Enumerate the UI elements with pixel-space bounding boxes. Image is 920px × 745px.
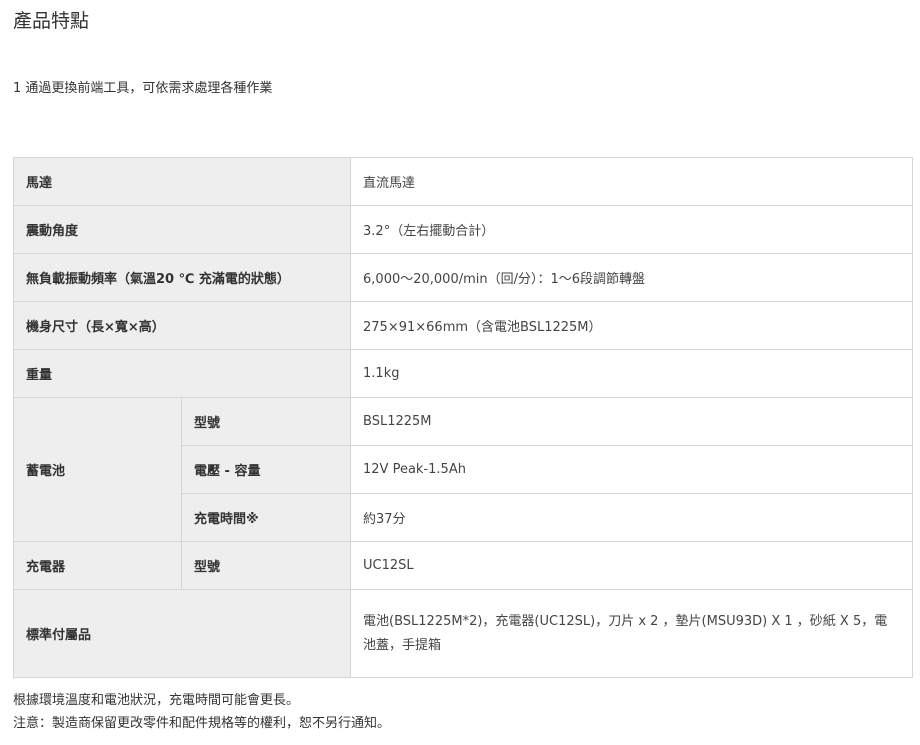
spec-value-size: 275×91×66mm（含電池BSL1225M） xyxy=(350,301,914,350)
page-title: 產品特點 xyxy=(13,10,90,32)
spec-value-weight: 1.1kg xyxy=(350,349,914,398)
table-row: 機身尺寸（長×寬×高） 275×91×66mm（含電池BSL1225M） xyxy=(12,301,914,350)
spec-value-charge-time: 約37分 xyxy=(350,493,914,542)
feature-text: 1 通過更換前端工具，可依需求處理各種作業 xyxy=(13,81,273,96)
spec-label-charger-model: 型號 xyxy=(180,541,352,590)
spec-label-battery-voltage: 電壓 - 容量 xyxy=(180,445,352,494)
footnote-disclaimer: 注意：製造商保留更改零件和配件規格等的權利，恕不另行通知。 xyxy=(13,716,391,731)
table-row: 重量 1.1kg xyxy=(12,349,914,398)
spec-label-angle: 震動角度 xyxy=(12,205,352,254)
footnotes: 根據環境溫度和電池狀況，充電時間可能會更長。 注意：製造商保留更改零件和配件規格… xyxy=(13,689,390,735)
table-row: 馬達 直流馬達 xyxy=(12,157,914,206)
spec-label-battery: 蓄電池 xyxy=(13,397,182,542)
spec-label-battery-model: 型號 xyxy=(180,397,352,446)
spec-value-accessories: 電池(BSL1225M*2)，充電器(UC12SL)，刀片 x 2 ，墊片(MS… xyxy=(350,589,914,678)
table-row: 充電器 型號 UC12SL xyxy=(13,541,914,590)
table-row: 無負載振動頻率（氣溫20 ℃ 充滿電的狀態） 6,000～20,000/min（… xyxy=(12,253,914,302)
table-row: 震動角度 3.2°（左右擺動合計） xyxy=(12,205,914,254)
spec-value-battery-model: BSL1225M xyxy=(350,397,914,446)
spec-value-battery-voltage: 12V Peak-1.5Ah xyxy=(350,445,914,494)
spec-table: 馬達 直流馬達 震動角度 3.2°（左右擺動合計） 無負載振動頻率（氣溫20 ℃… xyxy=(12,157,914,678)
spec-value-angle: 3.2°（左右擺動合計） xyxy=(350,205,914,254)
table-row: 標準付屬品 電池(BSL1225M*2)，充電器(UC12SL)，刀片 x 2 … xyxy=(12,589,914,678)
spec-label-weight: 重量 xyxy=(12,349,352,398)
spec-label-charger: 充電器 xyxy=(13,541,182,590)
spec-label-frequency: 無負載振動頻率（氣溫20 ℃ 充滿電的狀態） xyxy=(12,253,352,302)
spec-label-accessories: 標準付屬品 xyxy=(12,589,352,678)
spec-label-charge-time: 充電時間※ xyxy=(180,493,352,542)
spec-label-motor: 馬達 xyxy=(12,157,352,206)
spec-value-charger-model: UC12SL xyxy=(350,541,914,590)
table-row: 蓄電池 型號 BSL1225M xyxy=(13,397,914,542)
spec-value-motor: 直流馬達 xyxy=(350,157,914,206)
spec-value-frequency: 6,000～20,000/min（回/分）：1～6段調節轉盤 xyxy=(350,253,914,302)
footnote-charge-time: 根據環境溫度和電池狀況，充電時間可能會更長。 xyxy=(13,693,300,708)
spec-label-size: 機身尺寸（長×寬×高） xyxy=(12,301,352,350)
